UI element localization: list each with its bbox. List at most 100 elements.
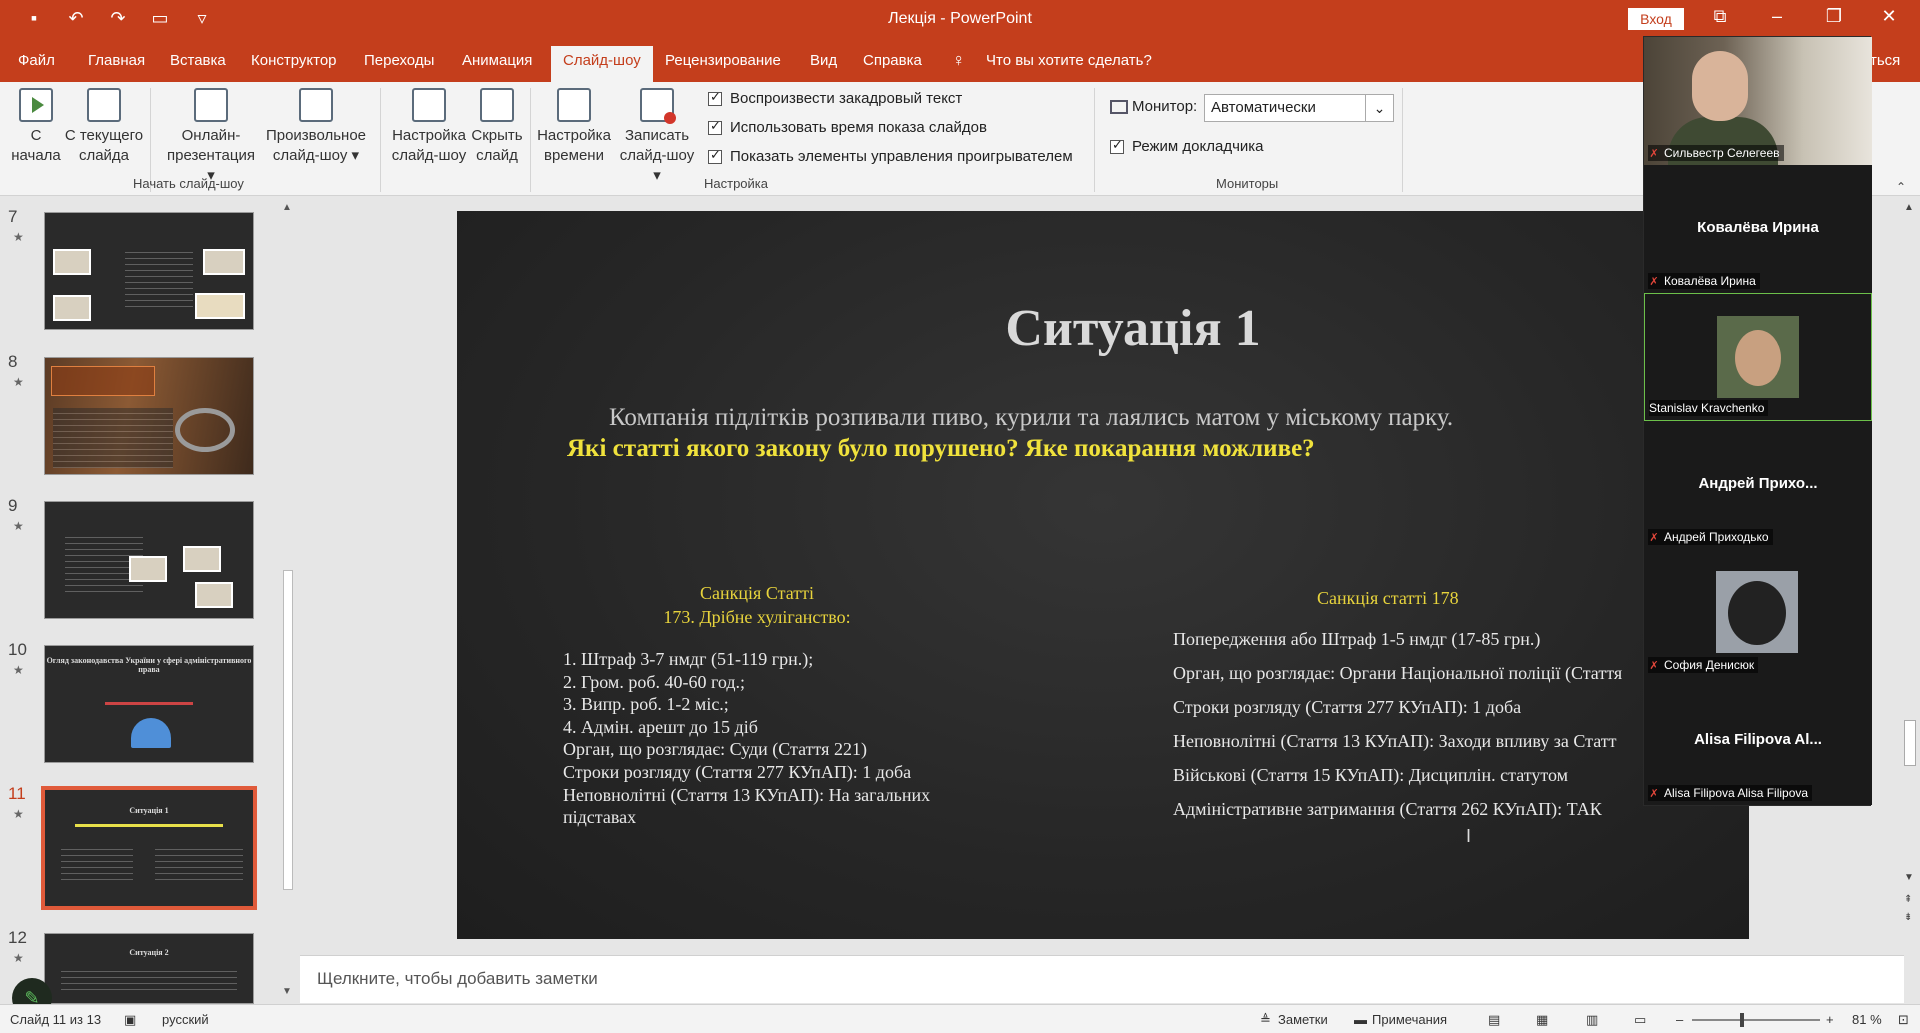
participant-label: ✗ Сильвестр Селегеев: [1648, 145, 1784, 161]
slide-sorter-icon[interactable]: ▦: [1536, 1012, 1548, 1028]
right-heading[interactable]: Санкція статті 178: [1317, 588, 1459, 609]
from-start-label-1: С: [30, 127, 42, 144]
right-content[interactable]: Попередження або Штраф 1-5 нмдг (17-85 г…: [1173, 622, 1622, 826]
zoom-slider-knob[interactable]: [1740, 1013, 1744, 1027]
chevron-down-icon[interactable]: ⌄: [1365, 95, 1393, 121]
tab-view[interactable]: Вид: [810, 52, 837, 69]
title-bar: ▪ ↶ ↷ ▭ ▿ Лекція - PowerPoint Вход ⧉ – ❐…: [0, 0, 1920, 40]
participant-tile[interactable]: ✗ Сильвестр Селегеев: [1644, 37, 1872, 177]
participant-tile[interactable]: ✗ София Денисюк: [1644, 549, 1872, 677]
comments-button[interactable]: Примечания: [1372, 1012, 1447, 1027]
custom-slideshow-button[interactable]: Произвольное слайд-шоу ▾: [260, 88, 372, 166]
mic-muted-icon: ✗: [1649, 148, 1659, 160]
signin-button[interactable]: Вход: [1628, 8, 1684, 30]
tab-design[interactable]: Конструктор: [251, 52, 337, 69]
animation-star-icon: ★: [13, 519, 24, 533]
scroll-down-icon[interactable]: ▼: [282, 986, 292, 997]
tab-overflow[interactable]: ться: [1870, 52, 1900, 69]
tab-review[interactable]: Рецензирование: [665, 52, 781, 69]
notes-icon: ≜: [1260, 1012, 1271, 1027]
rehearse-timings-button[interactable]: Настройка времени: [534, 88, 614, 166]
thumb-title: Ситуація 1: [129, 806, 169, 815]
from-current-button[interactable]: С текущего слайда: [62, 88, 146, 166]
list-item: Попередження або Штраф 1-5 нмдг (17-85 г…: [1173, 629, 1541, 649]
tab-transitions[interactable]: Переходы: [364, 52, 434, 69]
tab-slideshow[interactable]: Слайд-шоу: [551, 46, 653, 82]
slide-subtitle[interactable]: Компанія підлітків розпивали пиво, курил…: [609, 404, 1453, 432]
participant-tile[interactable]: Андрей Прихо... ✗ Андрей Приходько: [1644, 421, 1872, 549]
scroll-up-icon[interactable]: ▲: [282, 202, 292, 213]
thumb-photo: [53, 249, 91, 275]
notes-placeholder[interactable]: Щелкните, чтобы добавить заметки: [317, 969, 598, 989]
tab-home[interactable]: Главная: [88, 52, 145, 69]
participant-tile[interactable]: Alisa Filipova Al... ✗ Alisa Filipova Ali…: [1644, 677, 1872, 805]
previous-slide-icon[interactable]: ⇞: [1904, 894, 1912, 905]
slide-thumbnail-9[interactable]: [44, 501, 254, 619]
play-narrations-checkbox[interactable]: Воспроизвести закадровый текст: [708, 89, 963, 107]
monitor-select[interactable]: Автоматически ⌄: [1204, 94, 1394, 122]
scroll-up-icon[interactable]: ▲: [1904, 202, 1914, 213]
maximize-icon[interactable]: ❐: [1819, 6, 1849, 27]
list-item: 3. Випр. роб. 1-2 міс.;: [563, 694, 729, 715]
left-heading[interactable]: Санкція Статті 173. Дрібне хуліганство:: [597, 581, 917, 629]
tell-me-search[interactable]: Что вы хотите сделать?: [986, 52, 1152, 69]
ribbon-tabs: Файл Главная Вставка Конструктор Переход…: [0, 40, 1920, 82]
zoom-out-icon[interactable]: –: [1676, 1012, 1683, 1027]
tab-animations[interactable]: Анимация: [462, 52, 532, 69]
from-start-button[interactable]: С начала: [10, 88, 62, 166]
show-media-controls-checkbox[interactable]: Показать элементы управления проигрывате…: [708, 147, 1073, 165]
participant-tile[interactable]: Stanislav Kravchenko: [1644, 293, 1872, 421]
list-item: 2. Гром. роб. 40-60 год.;: [563, 671, 746, 692]
slide-thumbnail-11[interactable]: Ситуація 1: [41, 786, 257, 910]
tab-file[interactable]: Файл: [18, 52, 55, 69]
thumb-number: 11: [8, 784, 26, 803]
next-slide-icon[interactable]: ⇟: [1904, 912, 1912, 923]
zoom-level[interactable]: 81 %: [1852, 1012, 1882, 1027]
slide-thumbnail-7[interactable]: [44, 212, 254, 330]
spellcheck-icon[interactable]: ▣: [124, 1012, 136, 1028]
setup-label-2: слайд-шоу: [391, 147, 467, 164]
thumb-photo: [183, 546, 221, 572]
scrollbar-thumb[interactable]: [1904, 720, 1916, 766]
tab-insert[interactable]: Вставка: [170, 52, 226, 69]
close-icon[interactable]: ✕: [1874, 6, 1904, 27]
slide-thumbnail-10[interactable]: Огляд законодавства України у сфері адмі…: [44, 645, 254, 763]
setup-slideshow-button[interactable]: Настройка слайд-шоу: [390, 88, 468, 166]
presenter-view-checkbox[interactable]: Режим докладчика: [1110, 137, 1264, 155]
slide-question[interactable]: Які статті якого закону було порушено? Я…: [567, 435, 1315, 463]
minimize-icon[interactable]: –: [1762, 6, 1792, 27]
zoom-slider[interactable]: [1692, 1019, 1820, 1021]
slideshow-view-icon[interactable]: ▭: [1634, 1012, 1646, 1028]
tab-help[interactable]: Справка: [863, 52, 922, 69]
fit-to-window-icon[interactable]: ⊡: [1898, 1012, 1909, 1028]
play-narrations-label: Воспроизвести закадровый текст: [730, 90, 963, 107]
notes-pane[interactable]: Щелкните, чтобы добавить заметки: [300, 955, 1904, 1003]
scroll-down-icon[interactable]: ▼: [1904, 872, 1914, 883]
slide-scrollbar[interactable]: ▲ ▼ ⇞ ⇟: [1900, 196, 1920, 956]
status-bar: Слайд 11 из 13 ▣ русский ≜ Заметки ▬ При…: [0, 1004, 1920, 1033]
reading-view-icon[interactable]: ▥: [1586, 1012, 1598, 1028]
slide-thumbnail-8[interactable]: [44, 357, 254, 475]
use-timings-checkbox[interactable]: Использовать время показа слайдов: [708, 118, 987, 136]
from-current-label-1: С текущего: [64, 127, 144, 144]
scrollbar-thumb[interactable]: [283, 570, 293, 890]
language-indicator[interactable]: русский: [162, 1012, 209, 1027]
zoom-in-icon[interactable]: +: [1826, 1012, 1834, 1027]
thumbnails-scrollbar[interactable]: ▲ ▼: [280, 200, 296, 1004]
timing-label-2: времени: [544, 147, 604, 164]
participant-tile[interactable]: Ковалёва Ирина ✗ Ковалёва Ирина: [1644, 165, 1872, 293]
animation-star-icon: ★: [13, 807, 24, 821]
slide-canvas[interactable]: Ситуація 1 Компанія підлітків розпивали …: [457, 211, 1749, 939]
normal-view-icon[interactable]: ▤: [1488, 1012, 1500, 1028]
online-present-button[interactable]: Онлайн- презентация ▾: [164, 88, 258, 186]
hide-slide-button[interactable]: Скрыть слайд: [468, 88, 526, 166]
slide-title[interactable]: Ситуація 1: [457, 299, 1749, 358]
left-content[interactable]: 1. Штраф 3-7 нмдг (51-119 грн.); 2. Гром…: [563, 648, 930, 829]
slide-thumbnail-12[interactable]: Ситуація 2: [44, 933, 254, 1004]
ribbon-display-icon[interactable]: ⧉: [1705, 6, 1735, 27]
custom-show-icon: [299, 88, 333, 122]
notes-button[interactable]: Заметки: [1278, 1012, 1328, 1027]
record-slideshow-button[interactable]: Записать слайд-шоу ▾: [614, 88, 700, 186]
animation-star-icon: ★: [13, 375, 24, 389]
collapse-ribbon-icon[interactable]: ⌃: [1896, 180, 1906, 194]
